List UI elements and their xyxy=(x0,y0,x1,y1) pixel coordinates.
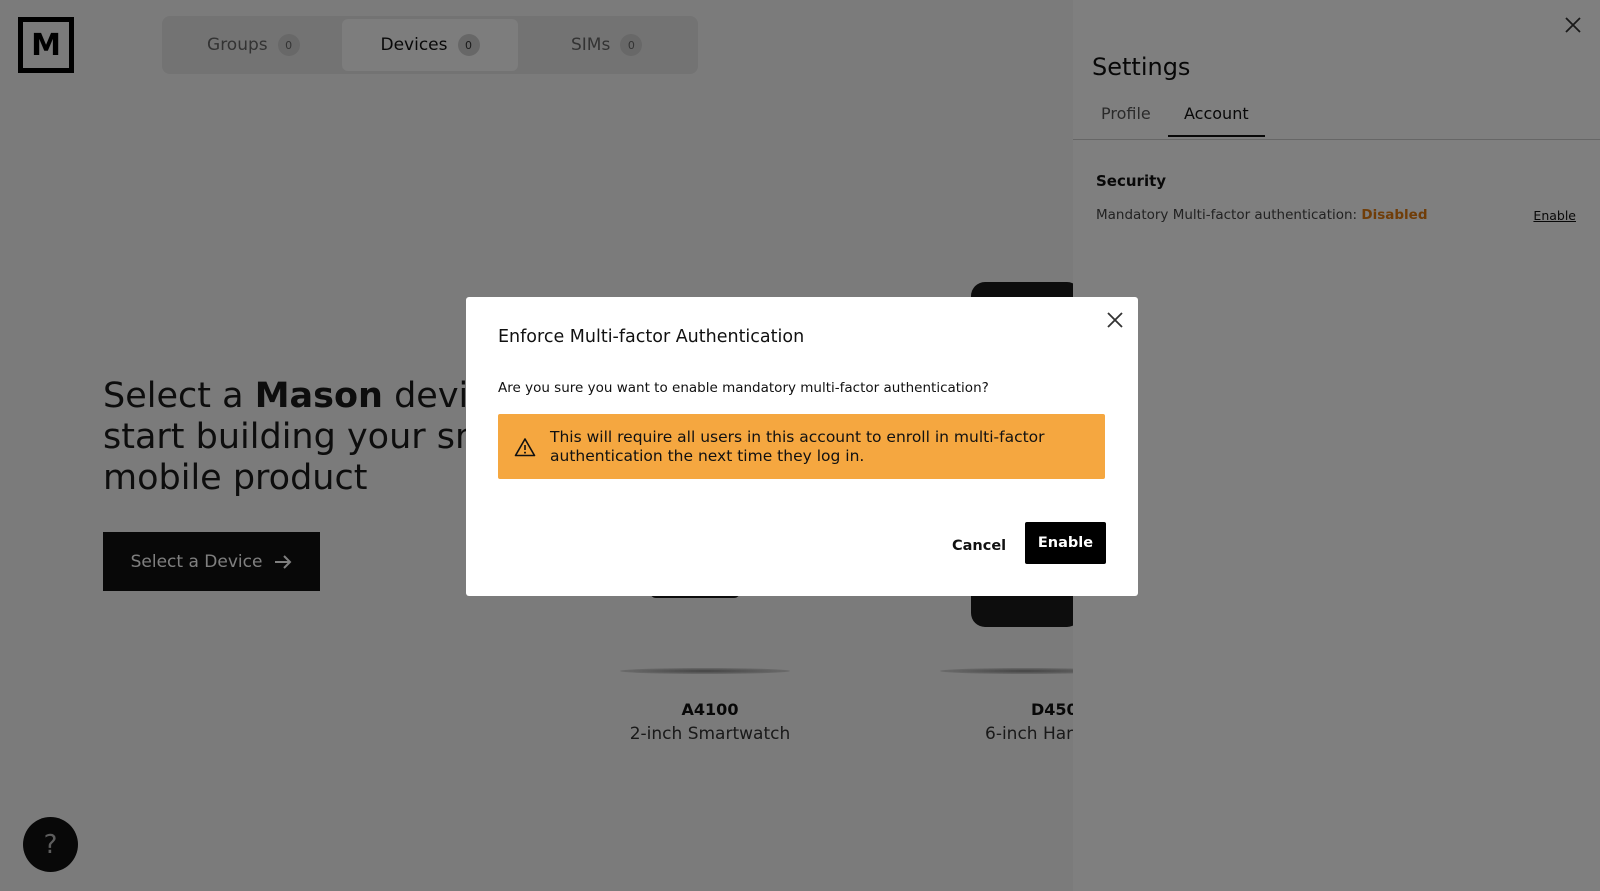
enforce-mfa-dialog: Enforce Multi-factor Authentication Are … xyxy=(466,297,1138,596)
dialog-question: Are you sure you want to enable mandator… xyxy=(498,380,989,396)
warning-banner: This will require all users in this acco… xyxy=(498,414,1105,479)
warning-text: This will require all users in this acco… xyxy=(550,427,1045,465)
close-icon[interactable] xyxy=(1105,310,1125,330)
cancel-button[interactable]: Cancel xyxy=(952,534,1006,558)
warning-icon xyxy=(514,437,536,456)
enable-button[interactable]: Enable xyxy=(1025,522,1106,564)
dialog-title: Enforce Multi-factor Authentication xyxy=(498,327,805,347)
